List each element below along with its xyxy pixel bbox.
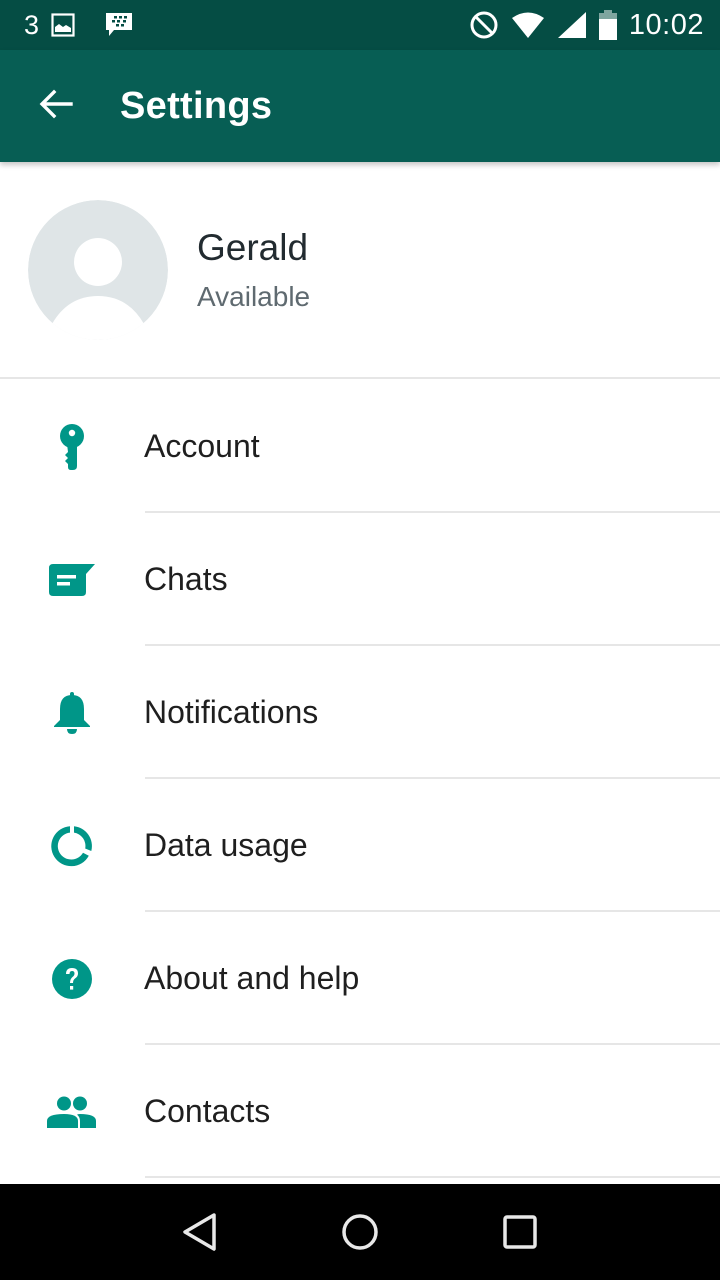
chat-icon	[0, 513, 144, 646]
menu-item-about-and-help[interactable]: About and help	[0, 912, 720, 1045]
bbm-icon	[105, 12, 133, 38]
profile-section[interactable]: Gerald Available	[0, 162, 720, 379]
profile-name: Gerald	[197, 226, 309, 268]
page-title: Settings	[120, 84, 273, 127]
battery-icon	[598, 10, 617, 40]
status-bar-left: 3	[24, 10, 133, 41]
arrow-left-icon	[39, 89, 73, 124]
home-circle-icon	[342, 1214, 378, 1250]
avatar[interactable]	[28, 199, 168, 340]
back-button[interactable]	[0, 50, 112, 162]
key-icon	[0, 380, 144, 513]
profile-text: Gerald Available	[197, 227, 310, 313]
do-not-disturb-icon	[469, 10, 499, 40]
app-bar: Settings	[0, 50, 720, 162]
recents-square-icon	[503, 1215, 537, 1249]
help-icon	[0, 912, 144, 1045]
bell-icon	[0, 646, 144, 779]
menu-label: Notifications	[144, 694, 319, 730]
default-avatar-icon	[28, 199, 168, 340]
menu-label: Chats	[144, 561, 228, 597]
image-icon	[51, 13, 75, 37]
menu-label: About and help	[144, 960, 360, 996]
menu-item-contacts[interactable]: Contacts	[0, 1045, 720, 1178]
settings-menu: Account Chats Notifications Data usage A…	[0, 380, 720, 1178]
menu-label: Contacts	[144, 1093, 271, 1129]
menu-item-account[interactable]: Account	[0, 380, 720, 513]
system-navigation-bar	[0, 1184, 720, 1280]
status-bar-right: 10:02	[469, 9, 704, 42]
wifi-icon	[511, 11, 545, 39]
nav-home-button[interactable]	[320, 1192, 400, 1272]
nav-recents-button[interactable]	[480, 1192, 560, 1272]
contacts-icon	[0, 1045, 144, 1178]
menu-item-data-usage[interactable]: Data usage	[0, 779, 720, 912]
menu-label: Data usage	[144, 827, 308, 863]
clock: 10:02	[628, 8, 704, 41]
profile-status: Available	[197, 280, 311, 312]
back-triangle-icon	[183, 1213, 216, 1251]
menu-label: Account	[144, 428, 260, 464]
data-usage-icon	[0, 779, 144, 912]
menu-item-notifications[interactable]: Notifications	[0, 646, 720, 779]
nav-back-button[interactable]	[160, 1192, 240, 1272]
menu-item-chats[interactable]: Chats	[0, 513, 720, 646]
notification-count: 3	[24, 9, 40, 40]
divider	[145, 1176, 720, 1178]
cellular-signal-icon	[557, 11, 587, 39]
status-bar: 3 10:02	[0, 0, 720, 50]
